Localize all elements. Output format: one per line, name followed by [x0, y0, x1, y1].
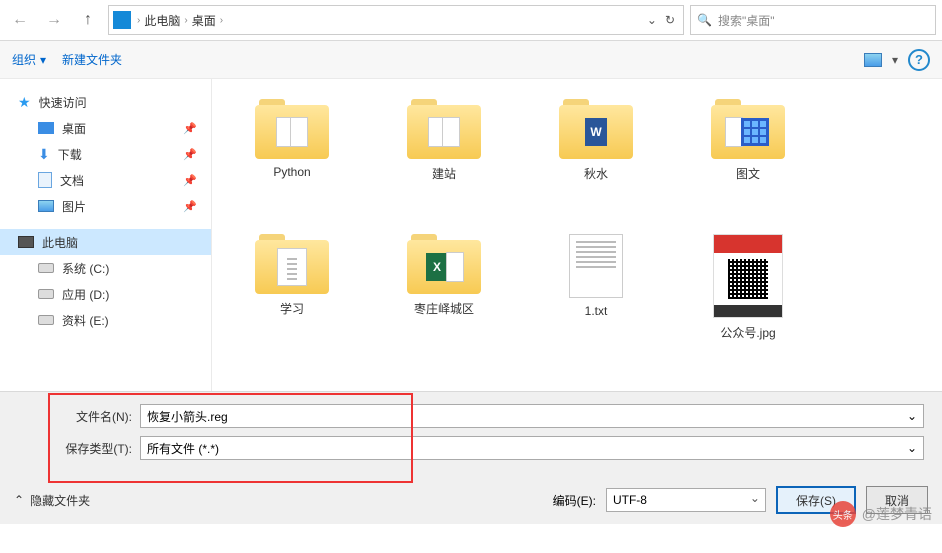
txt-icon [569, 234, 623, 298]
sidebar-drive-d[interactable]: 应用 (D:) [0, 281, 211, 307]
pin-icon: 📌 [183, 200, 197, 213]
folder-icon: X [407, 234, 481, 294]
star-icon: ★ [18, 94, 31, 111]
chevron-right-icon: › [220, 15, 223, 26]
watermark: 头条 @莲梦青语 [830, 501, 932, 527]
pictures-icon [38, 200, 54, 212]
pin-icon: 📌 [183, 148, 197, 161]
sidebar-this-pc[interactable]: 此电脑 [0, 229, 211, 255]
folder-icon [255, 234, 329, 294]
file-grid: Python 建站 W 秋水 图文 学习 X 枣庄峄城区 [212, 79, 942, 391]
chevron-up-icon: ⌃ [14, 493, 24, 507]
chevron-down-icon[interactable]: ⌄ [907, 409, 917, 423]
chevron-down-icon[interactable]: ⌄ [907, 441, 917, 455]
drive-icon [38, 263, 54, 273]
help-icon[interactable]: ? [908, 49, 930, 71]
hide-folders-toggle[interactable]: ⌃ 隐藏文件夹 [14, 492, 90, 509]
sidebar-documents[interactable]: 文档 📌 [0, 167, 211, 193]
up-button[interactable]: ↑ [74, 6, 102, 34]
filetype-select[interactable]: 所有文件 (*.*) ⌄ [140, 436, 924, 460]
pin-icon: 📌 [183, 122, 197, 135]
watermark-logo: 头条 [830, 501, 856, 527]
drive-icon [38, 289, 54, 299]
breadcrumb-segment[interactable]: 桌面 [192, 12, 216, 29]
sidebar-quick-access[interactable]: ★ 快速访问 [0, 89, 211, 115]
breadcrumb-segment[interactable]: 此电脑 [144, 12, 180, 29]
filetype-row: 保存类型(T): 所有文件 (*.*) ⌄ [58, 436, 924, 460]
image-icon [713, 234, 783, 318]
folder-icon [407, 99, 481, 159]
filename-row: 文件名(N): 恢复小箭头.reg ⌄ [58, 404, 924, 428]
folder-icon [255, 99, 329, 159]
view-mode-icon[interactable] [864, 53, 882, 67]
sidebar-downloads[interactable]: ⬇ 下载 📌 [0, 141, 211, 167]
file-item[interactable]: 1.txt [546, 234, 646, 341]
search-placeholder: 搜索"桌面" [718, 12, 775, 29]
sidebar-drive-e[interactable]: 资料 (E:) [0, 307, 211, 333]
address-field[interactable]: › 此电脑 › 桌面 › ⌄ ↻ [108, 5, 684, 35]
filename-label: 文件名(N): [58, 408, 140, 425]
folder-item[interactable]: Python [242, 99, 342, 182]
chevron-right-icon: › [137, 15, 140, 26]
new-folder-button[interactable]: 新建文件夹 [62, 51, 122, 68]
filename-input[interactable]: 恢复小箭头.reg ⌄ [140, 404, 924, 428]
folder-item[interactable]: 图文 [698, 99, 798, 182]
chevron-right-icon: › [184, 15, 187, 26]
footer: 文件名(N): 恢复小箭头.reg ⌄ 保存类型(T): 所有文件 (*.*) … [0, 391, 942, 524]
drive-icon [38, 315, 54, 325]
address-bar: ← → ↑ › 此电脑 › 桌面 › ⌄ ↻ 🔍 搜索"桌面" [0, 0, 942, 41]
sidebar: ★ 快速访问 桌面 📌 ⬇ 下载 📌 文档 📌 图片 📌 此电脑 [0, 79, 212, 391]
chevron-down-icon: ▾ [40, 53, 46, 67]
folder-icon [711, 99, 785, 159]
back-button[interactable]: ← [6, 6, 34, 34]
refresh-icon[interactable]: ↻ [665, 13, 675, 27]
search-icon: 🔍 [697, 13, 712, 27]
pin-icon: 📌 [183, 174, 197, 187]
folder-icon: W [559, 99, 633, 159]
folder-item[interactable]: 建站 [394, 99, 494, 182]
encoding-select[interactable]: UTF-8 [606, 488, 766, 512]
chevron-down-icon[interactable]: ▾ [892, 53, 898, 67]
sidebar-drive-c[interactable]: 系统 (C:) [0, 255, 211, 281]
search-input[interactable]: 🔍 搜索"桌面" [690, 5, 936, 35]
file-item[interactable]: 公众号.jpg [698, 234, 798, 341]
sidebar-desktop[interactable]: 桌面 📌 [0, 115, 211, 141]
sidebar-pictures[interactable]: 图片 📌 [0, 193, 211, 219]
folder-item[interactable]: W 秋水 [546, 99, 646, 182]
pc-icon [18, 236, 34, 248]
filetype-label: 保存类型(T): [58, 440, 140, 457]
breadcrumb[interactable]: › 此电脑 › 桌面 › [137, 12, 223, 29]
location-icon [113, 11, 131, 29]
dropdown-icon[interactable]: ⌄ [647, 13, 657, 27]
organize-menu[interactable]: 组织 ▾ [12, 51, 46, 68]
download-icon: ⬇ [38, 146, 50, 163]
body: ★ 快速访问 桌面 📌 ⬇ 下载 📌 文档 📌 图片 📌 此电脑 [0, 79, 942, 391]
watermark-text: @莲梦青语 [862, 504, 932, 524]
desktop-icon [38, 122, 54, 134]
toolbar: 组织 ▾ 新建文件夹 ▾ ? [0, 41, 942, 79]
forward-button: → [40, 6, 68, 34]
folder-item[interactable]: X 枣庄峄城区 [394, 234, 494, 341]
document-icon [38, 172, 52, 188]
encoding-label: 编码(E): [553, 492, 596, 509]
folder-item[interactable]: 学习 [242, 234, 342, 341]
